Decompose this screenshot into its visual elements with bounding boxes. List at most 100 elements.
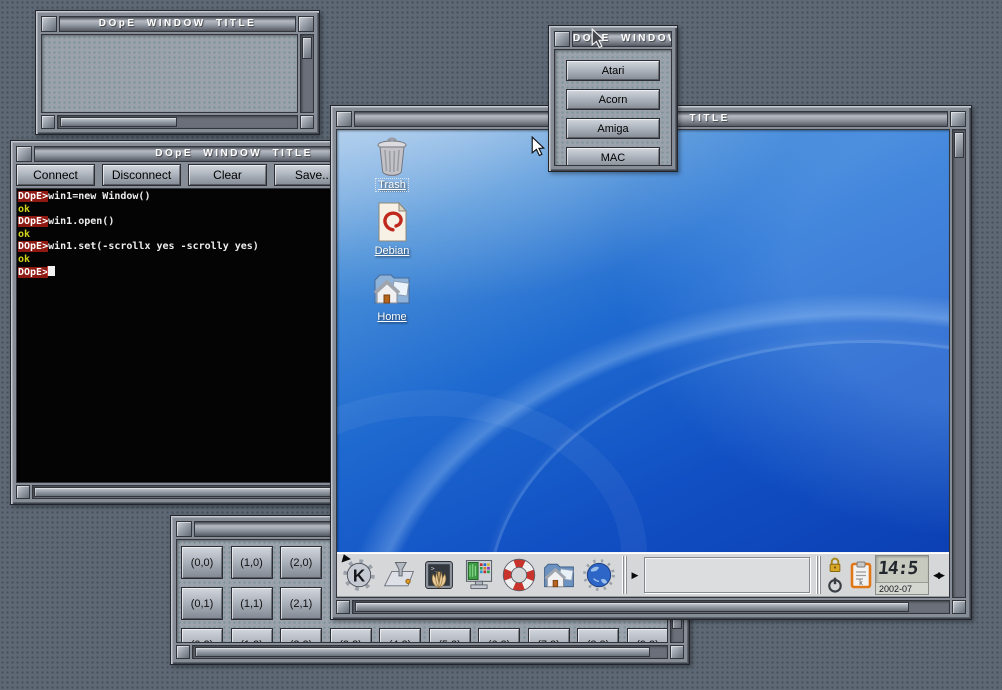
- atari-button[interactable]: Atari: [566, 60, 660, 81]
- horizontal-scrollbar[interactable]: [192, 645, 668, 659]
- klipper-applet[interactable]: k: [847, 555, 875, 595]
- window-context-button[interactable]: [176, 521, 192, 537]
- home-folder-icon: [541, 557, 577, 593]
- kde-desktop: Trash Debian: [336, 129, 950, 598]
- window-context-button[interactable]: [554, 31, 570, 47]
- terminal-status-ok: ok: [18, 254, 30, 265]
- scroll-left-cap[interactable]: [16, 485, 30, 499]
- grid-cell-button[interactable]: (8,2): [577, 628, 619, 643]
- empty-window: DOpE WINDOW TITLE: [35, 10, 320, 135]
- control-center-button[interactable]: [459, 555, 499, 595]
- scroll-up-cap[interactable]: [950, 111, 966, 127]
- panel-hide-arrows[interactable]: ◀▶: [929, 556, 947, 594]
- debian-document-icon: [370, 200, 414, 244]
- terminal-command: win1=new Window(): [48, 191, 150, 202]
- resize-corner[interactable]: [300, 115, 314, 129]
- grid-cell-button[interactable]: (1,0): [231, 546, 273, 579]
- konsole-shell-icon: >_: [421, 557, 457, 593]
- scroll-left-cap[interactable]: [41, 115, 55, 129]
- grid-cell-button[interactable]: (1,2): [231, 628, 273, 643]
- amiga-button[interactable]: Amiga: [566, 118, 660, 139]
- grid-cell-button[interactable]: (4,2): [379, 628, 421, 643]
- scroll-left-cap[interactable]: [336, 600, 350, 614]
- window-context-button[interactable]: [41, 16, 57, 32]
- svg-text:>_: >_: [431, 566, 439, 573]
- control-center-icon: [461, 557, 497, 593]
- debian-desktop-icon[interactable]: Debian: [359, 200, 425, 257]
- grid-cell-button[interactable]: (0,2): [181, 628, 223, 643]
- taskbar-empty[interactable]: [644, 557, 810, 593]
- home-dir-button[interactable]: [539, 555, 579, 595]
- window-context-button[interactable]: [16, 146, 32, 162]
- resize-corner[interactable]: [952, 600, 966, 614]
- konqueror-globe-icon: [581, 557, 617, 593]
- grid-cell-button[interactable]: (0,0): [181, 546, 223, 579]
- panel-extension-arrow[interactable]: ▶: [629, 556, 641, 594]
- lock-icon[interactable]: [826, 556, 844, 574]
- terminal-command: win1.set(-scrollx yes -scrolly yes): [48, 241, 259, 252]
- lock-logout-applet: [823, 555, 847, 595]
- grid-cell-button[interactable]: (7,2): [528, 628, 570, 643]
- window-context-button[interactable]: [336, 111, 352, 127]
- icon-label: Trash: [376, 179, 408, 191]
- home-desktop-icon[interactable]: Home: [359, 266, 425, 323]
- grid-cell-button[interactable]: (2,2): [280, 628, 322, 643]
- grid-cell-button[interactable]: (9,2): [627, 628, 669, 643]
- clock-date: 2002-07: [876, 582, 928, 595]
- scroll-up-cap[interactable]: [298, 16, 314, 32]
- panel-separator: [815, 556, 821, 594]
- konqueror-button[interactable]: [579, 555, 619, 595]
- konsole-button[interactable]: >_: [419, 555, 459, 595]
- terminal-cursor: [48, 266, 55, 276]
- mac-button[interactable]: MAC: [566, 147, 660, 166]
- window-titlebar[interactable]: DOpE WINDOW TITLE: [59, 16, 296, 32]
- clear-button[interactable]: Clear: [188, 164, 267, 186]
- help-button[interactable]: [499, 555, 539, 595]
- icon-label: Home: [375, 311, 408, 323]
- home-folder-icon: [370, 266, 414, 310]
- horizontal-scroll-thumb[interactable]: [355, 602, 909, 612]
- window-titlebar[interactable]: DOpE WINDOW TITLE: [572, 31, 672, 47]
- grid-cell-button[interactable]: (2,0): [280, 546, 322, 579]
- trash-desktop-icon[interactable]: Trash: [359, 134, 425, 191]
- power-icon[interactable]: [826, 576, 844, 594]
- terminal-status-ok: ok: [18, 229, 30, 240]
- terminal-prompt: DOpE>: [18, 267, 48, 278]
- clock-time: 14:5: [875, 556, 919, 582]
- vertical-scroll-thumb[interactable]: [302, 37, 312, 59]
- terminal-prompt: DOpE>: [18, 241, 48, 252]
- horizontal-scrollbar[interactable]: [57, 115, 298, 129]
- vertical-scrollbar[interactable]: [300, 34, 314, 113]
- platform-button-list: Atari Acorn Amiga MAC: [555, 50, 671, 166]
- k-menu-gear-icon: K: [341, 557, 377, 593]
- terminal-status-ok: ok: [18, 204, 30, 215]
- lifebuoy-icon: [501, 557, 537, 593]
- vertical-scroll-thumb[interactable]: [954, 132, 964, 158]
- svg-text:k: k: [859, 580, 863, 587]
- show-desktop-button[interactable]: [379, 555, 419, 595]
- terminal-command: win1.open(): [48, 216, 114, 227]
- connect-button[interactable]: Connect: [16, 164, 95, 186]
- resize-corner[interactable]: [670, 645, 684, 659]
- terminal-prompt: DOpE>: [18, 191, 48, 202]
- desktop-icon-column: Trash Debian: [359, 134, 425, 323]
- horizontal-scroll-thumb[interactable]: [60, 117, 177, 127]
- svg-text:K: K: [353, 566, 366, 585]
- clock-applet[interactable]: 14:5 2002-07: [875, 555, 929, 595]
- horizontal-scrollbar[interactable]: [352, 600, 950, 614]
- grid-cell-button[interactable]: (0,1): [181, 587, 223, 620]
- grid-cell-button[interactable]: (1,1): [231, 587, 273, 620]
- trash-can-icon: [370, 134, 414, 178]
- horizontal-scroll-thumb[interactable]: [195, 647, 650, 657]
- grid-cell-button[interactable]: (5,2): [429, 628, 471, 643]
- scroll-left-cap[interactable]: [176, 645, 190, 659]
- platform-window: DOpE WINDOW TITLE Atari Acorn Amiga MAC: [548, 25, 678, 172]
- grid-cell-button[interactable]: (2,1): [280, 587, 322, 620]
- panel-separator: [621, 556, 627, 594]
- grid-cell-button[interactable]: (3,2): [330, 628, 372, 643]
- vertical-scrollbar[interactable]: [952, 129, 966, 598]
- kde-desktop-window: DOpE WINDOW TITLE Trash: [330, 105, 972, 620]
- acorn-button[interactable]: Acorn: [566, 89, 660, 110]
- grid-cell-button[interactable]: (6,2): [478, 628, 520, 643]
- disconnect-button[interactable]: Disconnect: [102, 164, 181, 186]
